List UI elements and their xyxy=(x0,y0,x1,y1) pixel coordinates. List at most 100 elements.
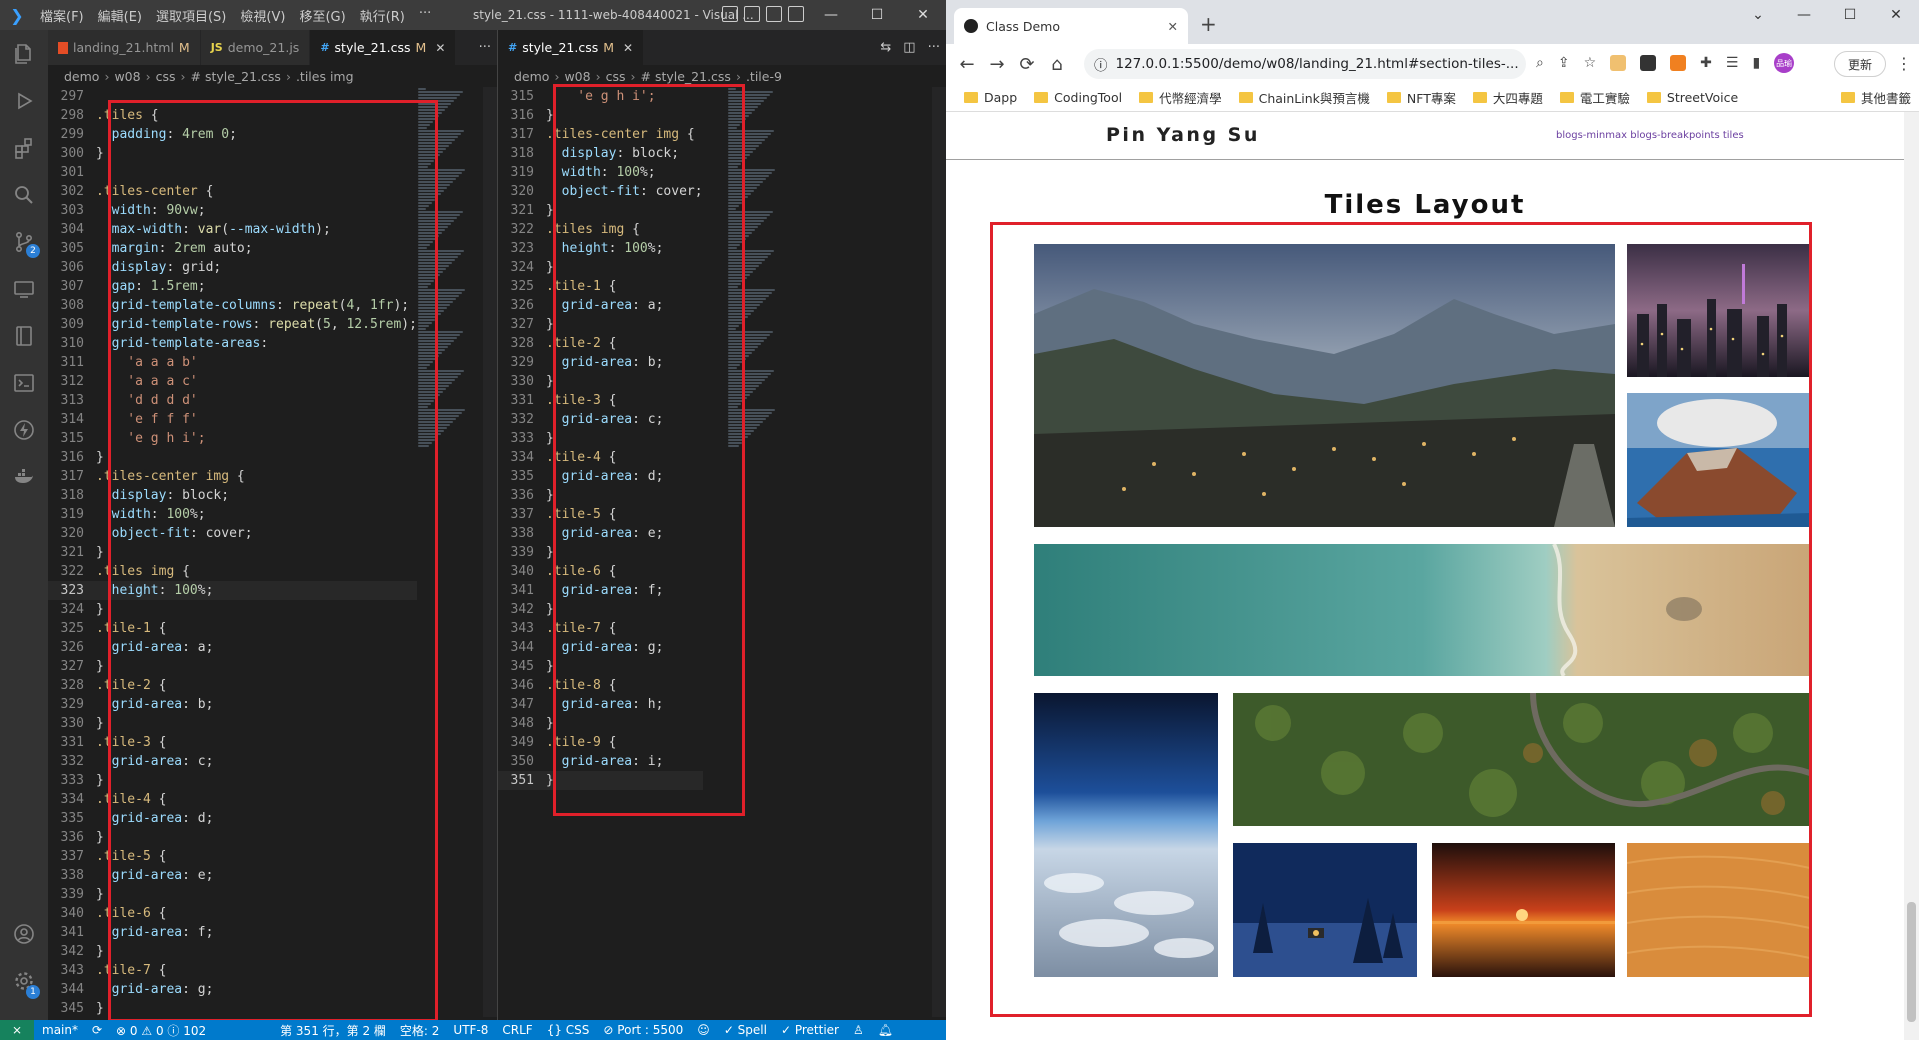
code-line[interactable]: 320 object-fit: cover; xyxy=(498,182,703,201)
code-line[interactable]: 317 .tiles-center img { xyxy=(498,125,703,144)
back-arrow-icon[interactable]: ← xyxy=(952,54,982,75)
minimize-icon[interactable]: — xyxy=(808,0,854,30)
scrollbar-right[interactable] xyxy=(932,87,946,1017)
code-line[interactable]: 330} xyxy=(48,714,417,733)
settings-gear-icon[interactable]: 1 xyxy=(0,957,48,1004)
sync-icon[interactable]: ⟳ xyxy=(92,1023,102,1037)
terminal-icon[interactable] xyxy=(0,359,48,406)
code-line[interactable]: 308 grid-template-columns: repeat(4, 1fr… xyxy=(48,296,417,315)
code-line[interactable]: 327} xyxy=(48,657,417,676)
code-line[interactable]: 300} xyxy=(48,144,417,163)
code-line[interactable]: 335 grid-area: d; xyxy=(498,467,703,486)
spell-status[interactable]: ✓ Spell xyxy=(724,1023,767,1037)
accounts-icon[interactable]: ♙ xyxy=(853,1023,864,1037)
git-branch[interactable]: main* xyxy=(42,1023,78,1037)
menu-item[interactable]: 移至(G) xyxy=(299,6,345,25)
live-server-port[interactable]: ⊘ Port : 5500 xyxy=(603,1023,683,1037)
bookmark-item[interactable]: ChainLink與預言機 xyxy=(1238,88,1370,107)
forward-arrow-icon[interactable]: → xyxy=(982,54,1012,75)
code-line[interactable]: 324} xyxy=(48,600,417,619)
tab-search-chevron-down-icon[interactable]: ⌄ xyxy=(1735,0,1781,30)
menu-item[interactable]: ··· xyxy=(419,6,431,25)
code-line[interactable]: 328 .tile-2 { xyxy=(48,676,417,695)
minimap-left[interactable] xyxy=(418,87,470,787)
code-line[interactable]: 348} xyxy=(498,714,703,733)
code-line[interactable]: 297 xyxy=(48,87,417,106)
reload-icon[interactable]: ⟳ xyxy=(1012,54,1042,75)
breadcrumb-item[interactable]: w08 xyxy=(114,69,140,84)
code-line[interactable]: 317 .tiles-center img { xyxy=(48,467,417,486)
other-bookmarks[interactable]: 其他書籤 xyxy=(1840,88,1911,107)
code-line[interactable]: 321} xyxy=(48,543,417,562)
code-line[interactable]: 307 gap: 1.5rem; xyxy=(48,277,417,296)
code-line[interactable]: 326 grid-area: a; xyxy=(498,296,703,315)
code-line[interactable]: 331 .tile-3 { xyxy=(498,391,703,410)
bookmark-star-icon[interactable]: ☆ xyxy=(1584,55,1597,71)
more-actions-icon[interactable]: ··· xyxy=(479,40,491,55)
menu-item[interactable]: 檢視(V) xyxy=(240,6,285,25)
page-scrollbar[interactable] xyxy=(1904,112,1919,1040)
code-line[interactable]: 316} xyxy=(48,448,417,467)
code-line[interactable]: 332 grid-area: c; xyxy=(498,410,703,429)
code-line[interactable]: 299 padding: 4rem 0; xyxy=(48,125,417,144)
code-line[interactable]: 298 .tiles { xyxy=(48,106,417,125)
breadcrumb-item[interactable]: demo xyxy=(64,69,99,84)
breadcrumb-item[interactable]: w08 xyxy=(564,69,590,84)
code-line[interactable]: 314 'e f f f' xyxy=(48,410,417,429)
code-line[interactable]: 339} xyxy=(498,543,703,562)
code-line[interactable]: 347 grid-area: h; xyxy=(498,695,703,714)
zoom-icon[interactable]: ⌕ xyxy=(1536,55,1544,71)
bookmark-item[interactable]: CodingTool xyxy=(1034,90,1122,105)
code-line[interactable]: 328 .tile-2 { xyxy=(498,334,703,353)
browser-maximize-icon[interactable]: ☐ xyxy=(1827,0,1873,30)
editor-tab[interactable]: # style_21.css M ✕ xyxy=(498,30,645,65)
site-name[interactable]: Pin Yang Su xyxy=(1106,124,1260,146)
scrollbar-left[interactable] xyxy=(483,87,497,1017)
close-tab-icon[interactable]: ✕ xyxy=(623,41,633,55)
editor-tab[interactable]: # style_21.css M ✕ xyxy=(310,30,457,65)
code-line[interactable]: 349 .tile-9 { xyxy=(498,733,703,752)
code-line[interactable]: 343 .tile-7 { xyxy=(498,619,703,638)
menu-item[interactable]: 編輯(E) xyxy=(98,6,142,25)
prettier-status[interactable]: ✓ Prettier xyxy=(781,1023,839,1037)
explorer-icon[interactable] xyxy=(0,30,48,77)
indentation[interactable]: 空格: 2 xyxy=(400,1022,440,1039)
code-line[interactable]: 302 .tiles-center { xyxy=(48,182,417,201)
editor-tab[interactable]: JS demo_21.js xyxy=(200,30,311,65)
editor-tab[interactable]: landing_21.html M xyxy=(48,30,201,65)
extensions-icon[interactable] xyxy=(0,124,48,171)
code-line[interactable]: 323 height: 100%; xyxy=(48,581,417,600)
browser-minimize-icon[interactable]: — xyxy=(1781,0,1827,30)
breadcrumb-item[interactable]: css xyxy=(606,69,626,84)
split-editor-icon[interactable]: ◫ xyxy=(903,40,915,55)
toggle-panel-icon[interactable] xyxy=(744,6,760,22)
site-info-icon[interactable]: ⓘ xyxy=(1094,54,1108,74)
breadcrumb-item[interactable]: .tiles img xyxy=(296,69,354,84)
code-line[interactable]: 332 grid-area: c; xyxy=(48,752,417,771)
docker-icon[interactable] xyxy=(0,453,48,500)
end-of-line[interactable]: CRLF xyxy=(502,1023,532,1037)
code-line[interactable]: 344 grid-area: g; xyxy=(48,980,417,999)
address-bar[interactable]: ⓘ 127.0.0.1:5500/demo/w08/landing_21.htm… xyxy=(1084,49,1526,79)
extensions-puzzle-icon[interactable]: ✚ xyxy=(1700,55,1712,71)
code-editor-right[interactable]: 315 'e g h i'; 316} 317 .tiles-center img {… xyxy=(498,87,703,790)
code-line[interactable]: 324} xyxy=(498,258,703,277)
notifications-bell-icon[interactable]: 🔔︎ xyxy=(878,1023,893,1037)
new-tab-button[interactable]: + xyxy=(1200,12,1217,36)
home-icon[interactable]: ⌂ xyxy=(1042,54,1072,75)
code-line[interactable]: 334 .tile-4 { xyxy=(48,790,417,809)
code-line[interactable]: 315 'e g h i'; xyxy=(48,429,417,448)
code-line[interactable]: 326 grid-area: a; xyxy=(48,638,417,657)
browser-menu-icon[interactable]: ⋮ xyxy=(1896,54,1912,73)
code-line[interactable]: 337 .tile-5 { xyxy=(498,505,703,524)
code-line[interactable]: 344 grid-area: g; xyxy=(498,638,703,657)
breadcrumb-item[interactable]: css xyxy=(156,69,176,84)
code-line[interactable]: 306 display: grid; xyxy=(48,258,417,277)
code-line[interactable]: 315 'e g h i'; xyxy=(498,87,703,106)
code-line[interactable]: 343 .tile-7 { xyxy=(48,961,417,980)
code-line[interactable]: 342} xyxy=(48,942,417,961)
run-debug-icon[interactable] xyxy=(0,77,48,124)
code-line[interactable]: 331 .tile-3 { xyxy=(48,733,417,752)
code-line[interactable]: 327} xyxy=(498,315,703,334)
code-line[interactable]: 345} xyxy=(48,999,417,1018)
